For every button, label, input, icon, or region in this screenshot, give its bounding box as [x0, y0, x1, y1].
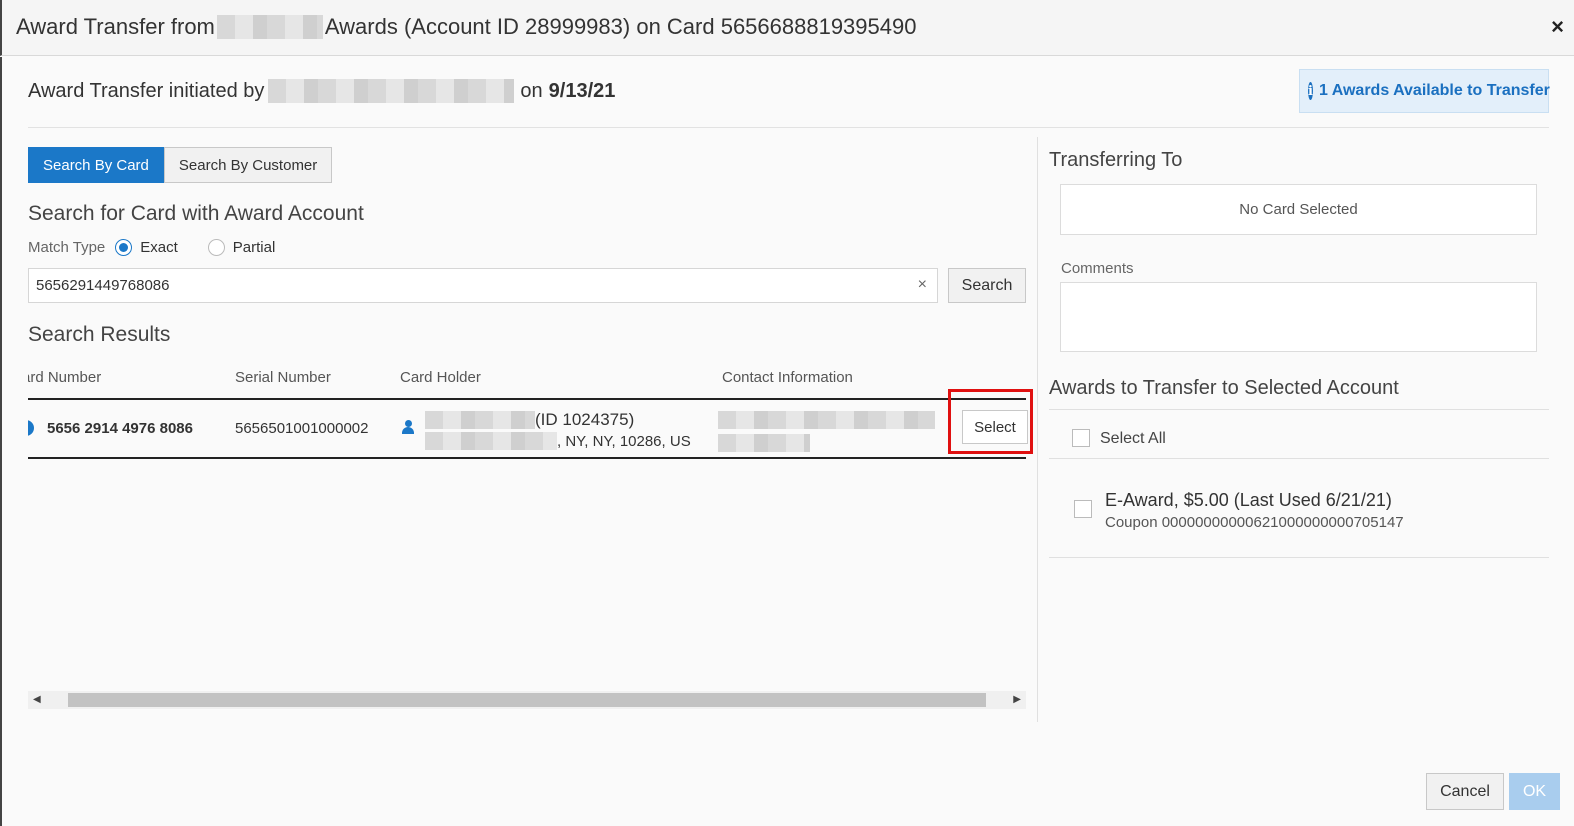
- initiated-date: 9/13/21: [548, 79, 616, 102]
- col-serial-number: Serial Number: [235, 369, 331, 386]
- initiated-line: Award Transfer initiated by on 9/13/21: [28, 79, 615, 103]
- card-search-input[interactable]: 5656291449768086 ×: [28, 268, 938, 303]
- search-tabs: Search By Card Search By Customer: [28, 147, 333, 183]
- header-rule: [28, 398, 1026, 400]
- scroll-right-icon[interactable]: ▶: [1013, 694, 1021, 705]
- scroll-thumb[interactable]: [68, 693, 986, 707]
- search-results-heading: Search Results: [28, 323, 171, 346]
- select-all-checkbox[interactable]: [1072, 429, 1090, 447]
- divider: [28, 127, 1549, 128]
- dialog-titlebar: Award Transfer from Awards (Account ID 2…: [0, 0, 1574, 56]
- tab-search-by-customer[interactable]: Search By Customer: [163, 147, 333, 183]
- match-type-row: Match Type Exact Partial: [28, 239, 305, 256]
- search-button[interactable]: Search: [948, 268, 1026, 303]
- initiated-prefix: Award Transfer initiated by: [28, 79, 265, 102]
- redacted-contact-line2: [718, 434, 810, 452]
- col-contact-info: Contact Information: [722, 369, 853, 386]
- close-icon[interactable]: ×: [1551, 14, 1564, 40]
- award-title: E-Award, $5.00 (Last Used 6/21/21): [1105, 490, 1392, 510]
- serial-number-cell: 5656501001000002: [235, 420, 369, 437]
- holder-id: (ID 1024375): [535, 410, 635, 429]
- results-table: ard Number Serial Number Card Holder Con…: [28, 357, 1026, 461]
- tab-search-by-card[interactable]: Search By Card: [28, 147, 164, 183]
- match-type-label: Match Type: [28, 239, 106, 256]
- select-card-button[interactable]: Select: [962, 410, 1028, 444]
- redacted-holder-name: [425, 411, 535, 429]
- row-indicator: [28, 420, 34, 436]
- initiated-on: on: [520, 79, 543, 102]
- divider: [1049, 409, 1549, 410]
- radio-exact-label[interactable]: Exact: [140, 239, 178, 256]
- dialog-body: Award Transfer initiated by on 9/13/21 i…: [0, 57, 1574, 826]
- clear-icon[interactable]: ×: [918, 276, 927, 294]
- awards-available-text: 1 Awards Available to Transfer: [1318, 82, 1550, 99]
- awards-heading: Awards to Transfer to Selected Account: [1049, 377, 1399, 399]
- select-all-label[interactable]: Select All: [1100, 430, 1166, 448]
- holder-name-cell: (ID 1024375): [425, 410, 634, 430]
- award-coupon: Coupon 00000000000621000000000705147: [1105, 514, 1404, 531]
- scroll-left-icon[interactable]: ◀: [33, 694, 41, 705]
- comments-label: Comments: [1061, 260, 1134, 277]
- holder-address-cell: , NY, NY, 10286, US: [425, 432, 691, 450]
- divider: [1049, 557, 1549, 558]
- transferring-to-heading: Transferring To: [1049, 149, 1183, 171]
- divider: [1049, 458, 1549, 459]
- row-rule: [28, 457, 1026, 459]
- selected-card-box: No Card Selected: [1060, 184, 1537, 235]
- col-card-holder: Card Holder: [400, 369, 481, 386]
- card-number-cell: 5656 2914 4976 8086: [47, 420, 193, 437]
- redacted-program-name: [216, 15, 323, 39]
- contact-info-cell: [718, 411, 935, 452]
- card-search-value: 5656291449768086: [36, 277, 170, 294]
- panel-divider: [1037, 137, 1038, 722]
- award-checkbox[interactable]: [1074, 500, 1092, 518]
- horizontal-scrollbar[interactable]: ◀ ▶: [28, 691, 1026, 709]
- radio-exact[interactable]: [115, 239, 133, 256]
- holder-address: , NY, NY, 10286, US: [557, 432, 691, 450]
- col-card-number: ard Number: [28, 369, 102, 386]
- redacted-holder-street: [425, 432, 557, 450]
- person-icon: [401, 420, 415, 434]
- title-prefix: Award Transfer from: [16, 14, 215, 39]
- ok-button[interactable]: OK: [1509, 773, 1560, 810]
- search-heading: Search for Card with Award Account: [28, 202, 364, 225]
- info-icon: i: [1308, 82, 1313, 100]
- redacted-user-name: [268, 79, 515, 103]
- redacted-contact-line1: [718, 411, 935, 429]
- cancel-button[interactable]: Cancel: [1426, 773, 1504, 810]
- radio-partial-label[interactable]: Partial: [233, 239, 276, 256]
- title-suffix: Awards (Account ID 28999983) on Card 565…: [324, 14, 917, 39]
- radio-partial[interactable]: [207, 239, 225, 256]
- comments-textarea[interactable]: [1060, 282, 1537, 352]
- dialog-title: Award Transfer from Awards (Account ID 2…: [16, 14, 916, 40]
- awards-available-badge: i 1 Awards Available to Transfer: [1299, 69, 1550, 113]
